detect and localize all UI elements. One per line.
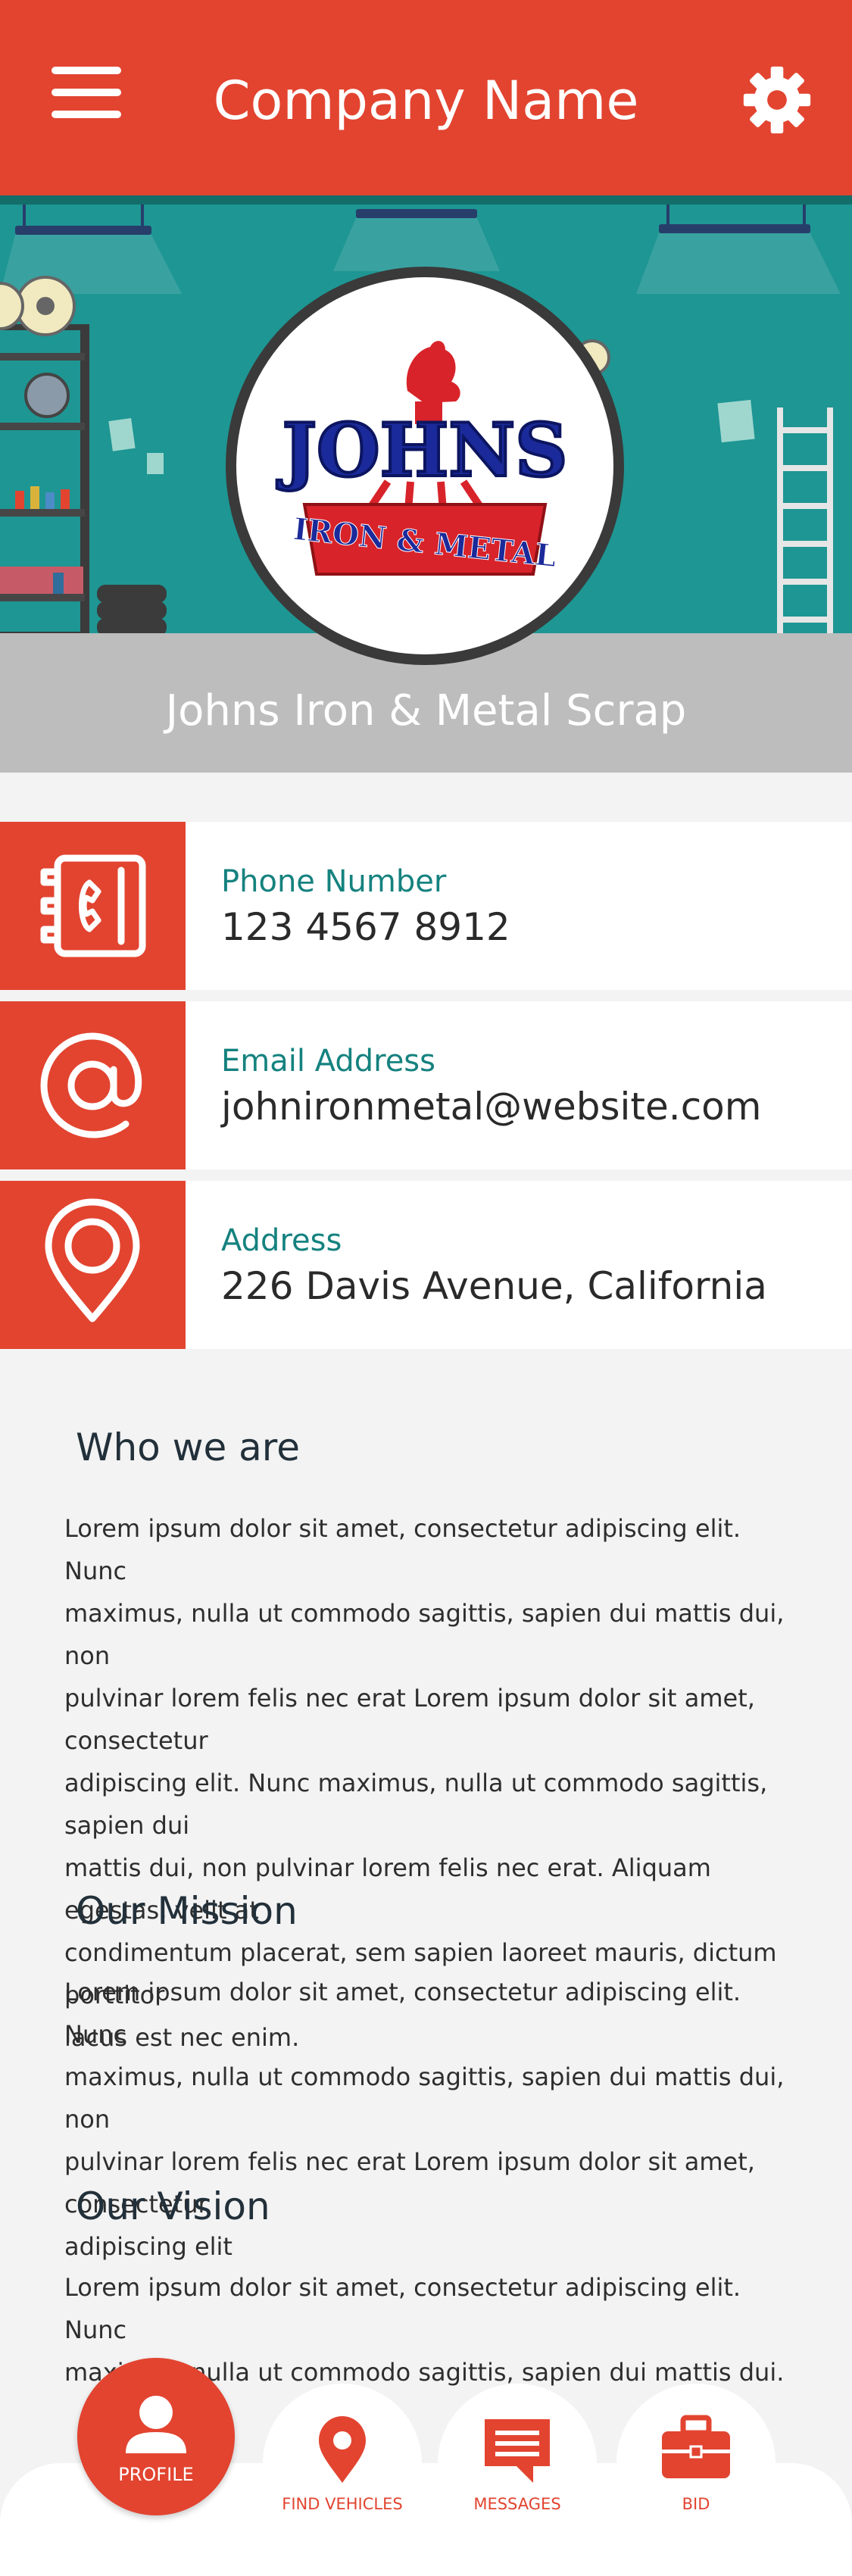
location-pin-icon [319, 2416, 366, 2483]
address-label: Address [221, 1223, 342, 1258]
nav-bid[interactable]: BID [616, 2409, 776, 2513]
location-pin-icon [45, 1198, 140, 1322]
nav-find-vehicles-label: FIND VEHICLES [282, 2495, 403, 2513]
johns-logo-image: JOHNS IRON & METAL [275, 341, 569, 576]
email-value[interactable]: johnironmetal@website.com [221, 1085, 761, 1129]
contact-address[interactable]: Address 226 Davis Avenue, California [0, 1181, 852, 1349]
gear-icon[interactable] [742, 65, 812, 135]
hero-banner: JOHNS IRON & METAL Johns Iron & Metal Sc… [0, 195, 852, 773]
nav-profile-label: PROFILE [118, 2464, 194, 2485]
contact-phone[interactable]: Phone Number 123 4567 8912 [0, 822, 852, 990]
chat-bubble-icon [485, 2419, 550, 2483]
briefcase-icon [662, 2415, 730, 2478]
email-label: Email Address [221, 1044, 435, 1079]
page-title: Company Name [213, 70, 639, 132]
logo-wordmark: JOHNS [276, 407, 568, 493]
nav-find-vehicles[interactable]: FIND VEHICLES [263, 2409, 422, 2513]
nav-messages[interactable]: MESSAGES [438, 2409, 597, 2513]
user-icon [126, 2396, 186, 2453]
nav-profile-button[interactable]: PROFILE [77, 2358, 235, 2515]
our-mission-title: Our Mission [76, 1889, 298, 1933]
at-sign-icon [40, 1032, 142, 1138]
address-value[interactable]: 226 Davis Avenue, California [221, 1264, 767, 1308]
company-name: Johns Iron & Metal Scrap [165, 686, 687, 735]
contact-email[interactable]: Email Address johnironmetal@website.com [0, 1001, 852, 1169]
our-vision-title: Our Vision [76, 2184, 270, 2228]
phone-book-icon [40, 854, 146, 957]
phone-label: Phone Number [221, 864, 447, 899]
who-we-are-title: Who we are [76, 1425, 301, 1469]
nav-bid-label: BID [682, 2495, 710, 2513]
company-logo: JOHNS IRON & METAL [226, 267, 624, 665]
app-header: Company Name [0, 0, 852, 195]
nav-messages-label: MESSAGES [473, 2495, 561, 2513]
phone-value[interactable]: 123 4567 8912 [221, 905, 510, 949]
